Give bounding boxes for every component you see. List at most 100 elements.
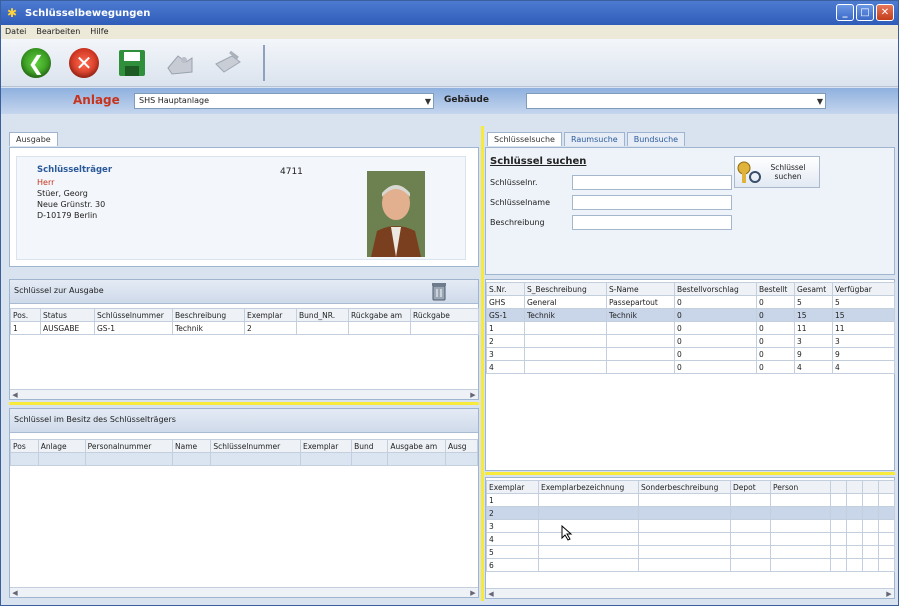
traeger-name: Stüer, Georg	[37, 189, 88, 198]
table-row[interactable]: 1 0 0 11 11	[486, 321, 895, 335]
cell: 0	[756, 360, 795, 374]
close-button[interactable]: ✕	[876, 4, 894, 21]
col-exemplarbezeichnung[interactable]: Exemplarbezeichnung	[538, 480, 639, 494]
col-status[interactable]: Status	[40, 308, 95, 322]
col-bestellt[interactable]: Bestellt	[756, 282, 795, 296]
col-exemplar[interactable]: Exemplar	[244, 308, 297, 322]
menu-datei[interactable]: Datei	[5, 25, 26, 39]
print-button[interactable]	[211, 46, 245, 80]
menu-hilfe[interactable]: Hilfe	[90, 25, 108, 39]
cell: Technik	[606, 308, 675, 322]
col-exemplar[interactable]: Exemplar	[299, 439, 353, 453]
col-depot[interactable]: Depot	[730, 480, 771, 494]
save-icon	[119, 49, 145, 76]
table-row[interactable]: 5	[486, 545, 895, 559]
col-s-beschreibung[interactable]: S_Beschreibung	[524, 282, 607, 296]
schluesselnr-label: Schlüsselnr.	[490, 178, 538, 187]
col-gesamt[interactable]: Gesamt	[794, 282, 833, 296]
col-person[interactable]: Person	[770, 480, 831, 494]
horizontal-scrollbar[interactable]: ◀ ▶	[10, 587, 478, 597]
tab-raumsuche[interactable]: Raumsuche	[563, 132, 625, 146]
cell: 5	[832, 295, 895, 309]
table-row[interactable]: GS-1 Technik Technik 0 0 15 15	[486, 308, 895, 322]
col-snr[interactable]: S.Nr.	[486, 282, 525, 296]
schluessel-suchen-button[interactable]: Schlüssel suchen	[734, 156, 820, 188]
cell: 9	[832, 347, 895, 361]
col-sonderbeschreibung[interactable]: Sonderbeschreibung	[638, 480, 731, 494]
cell	[606, 334, 675, 348]
table-row[interactable]: 1	[486, 493, 895, 507]
col-rueckgabe-am[interactable]: Rückgabe am	[348, 308, 411, 322]
scroll-left-icon[interactable]: ◀	[10, 588, 20, 598]
scroll-right-icon[interactable]: ▶	[468, 588, 478, 598]
tab-ausgabe[interactable]: Ausgabe	[9, 132, 58, 146]
col-pos[interactable]: Pos.	[10, 308, 41, 322]
cell: 5	[486, 545, 539, 559]
col-schluesselnummer[interactable]: Schlüsselnummer	[210, 439, 301, 453]
tab-schluesselsuche[interactable]: Schlüsselsuche	[487, 132, 562, 146]
table-row[interactable]: 6	[486, 558, 895, 572]
col-beschreibung[interactable]: Beschreibung	[172, 308, 245, 322]
scroll-left-icon[interactable]: ◀	[10, 390, 20, 400]
gebaeude-select[interactable]: ▼	[526, 93, 826, 109]
col-schluesselnummer[interactable]: Schlüsselnummer	[94, 308, 173, 322]
col-personalnummer[interactable]: Personalnummer	[84, 439, 174, 453]
horizontal-scrollbar[interactable]: ◀ ▶	[10, 389, 478, 399]
table-row[interactable]	[10, 452, 479, 466]
vertical-splitter[interactable]	[481, 126, 484, 601]
splitter[interactable]	[485, 472, 895, 475]
table-row[interactable]: 4	[486, 532, 895, 546]
person-photo	[367, 171, 425, 257]
col-bund-nr[interactable]: Bund_NR.	[296, 308, 349, 322]
scroll-left-icon[interactable]: ◀	[486, 589, 496, 599]
cancel-button[interactable]: ✕	[67, 46, 101, 80]
table-row[interactable]: 40044	[486, 360, 895, 374]
col-s-name[interactable]: S-Name	[606, 282, 675, 296]
anlage-value: SHS Hauptanlage	[139, 96, 210, 105]
col-name[interactable]: Name	[172, 439, 212, 453]
app-icon: ✱	[7, 6, 18, 20]
menu-bar: Datei Bearbeiten Hilfe	[1, 25, 898, 39]
toolbar-separator	[263, 44, 265, 81]
col-verfuegbar[interactable]: Verfügbar	[832, 282, 895, 296]
table-row[interactable]: 3	[486, 519, 895, 533]
cell: 4	[486, 360, 525, 374]
cell	[606, 347, 675, 361]
anlage-select[interactable]: SHS Hauptanlage ▼	[134, 93, 434, 109]
col-rueckgabe[interactable]: Rückgabe	[410, 308, 479, 322]
back-button[interactable]: ❮	[19, 46, 53, 80]
cell: GS-1	[486, 308, 525, 322]
scroll-right-icon[interactable]: ▶	[884, 589, 894, 599]
col-exemplar[interactable]: Exemplar	[486, 480, 539, 494]
exemplar-table: Exemplar Exemplarbezeichnung Sonderbesch…	[486, 480, 895, 572]
maximize-button[interactable]: □	[856, 4, 874, 21]
save-button[interactable]	[115, 46, 149, 80]
table-row[interactable]: 20033	[486, 334, 895, 348]
exemplar-panel: Exemplar Exemplarbezeichnung Sonderbesch…	[485, 477, 895, 599]
beschreibung-input[interactable]	[572, 215, 732, 230]
col-ausg[interactable]: Ausg	[444, 439, 479, 453]
table-row[interactable]: 30099	[486, 347, 895, 361]
cell	[606, 321, 675, 335]
key-hand-button[interactable]	[163, 46, 197, 80]
col-pos[interactable]: Pos	[10, 439, 39, 453]
tab-bundsuche[interactable]: Bundsuche	[626, 132, 686, 146]
schluesselnr-input[interactable]	[572, 175, 732, 190]
col-bund[interactable]: Bund	[351, 439, 389, 453]
col-anlage[interactable]: Anlage	[37, 439, 86, 453]
minimize-button[interactable]: _	[836, 4, 854, 21]
table-row[interactable]: 1 AUSGABE GS-1 Technik 2	[10, 321, 479, 335]
table-row[interactable]: GHS General Passepartout 0 0 5 5	[486, 295, 895, 309]
chevron-down-icon[interactable]: ▼	[817, 95, 823, 109]
splitter[interactable]	[9, 402, 479, 405]
chevron-down-icon[interactable]: ▼	[425, 95, 431, 109]
trash-icon[interactable]	[430, 281, 448, 301]
horizontal-scrollbar[interactable]: ◀ ▶	[486, 588, 894, 598]
col-bestellvorschlag[interactable]: Bestellvorschlag	[674, 282, 757, 296]
menu-bearbeiten[interactable]: Bearbeiten	[36, 25, 80, 39]
cell: 0	[756, 347, 795, 361]
scroll-right-icon[interactable]: ▶	[468, 390, 478, 400]
table-row[interactable]: 2	[486, 506, 895, 520]
schluesselname-input[interactable]	[572, 195, 732, 210]
col-ausgabe-am[interactable]: Ausgabe am	[387, 439, 446, 453]
